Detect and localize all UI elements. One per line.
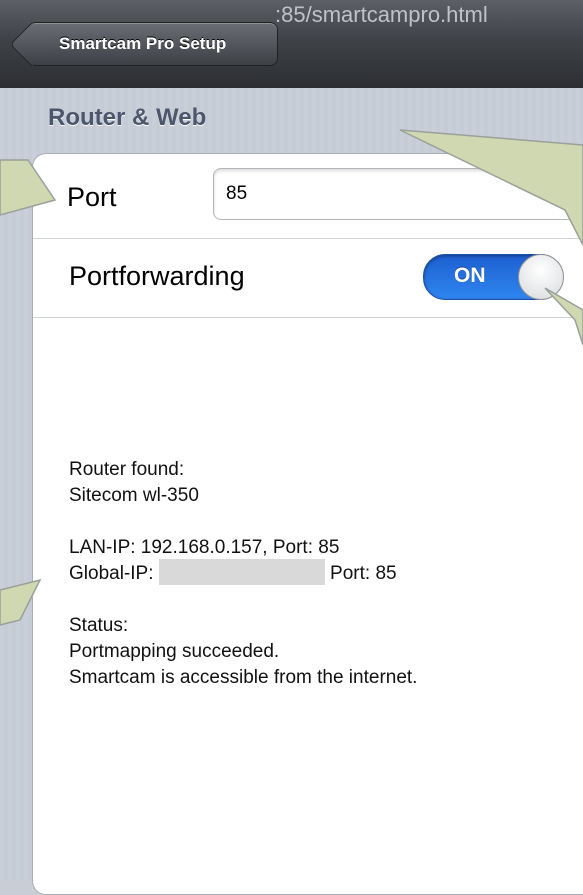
redacted-ip: [158, 558, 325, 585]
status-block: Router found: Sitecom wl-350 LAN-IP: 192…: [69, 457, 549, 691]
portforwarding-toggle[interactable]: ON: [423, 254, 564, 300]
portforwarding-row: Portforwarding ON: [33, 239, 583, 318]
back-button-label: Smartcam Pro Setup: [59, 34, 227, 53]
status-label: Status:: [69, 615, 129, 636]
back-button[interactable]: Smartcam Pro Setup: [28, 22, 278, 66]
navigation-bar: :85/smartcampro.html Smartcam Pro Setup: [0, 0, 583, 89]
url-text: :85/smartcampro.html: [275, 2, 488, 27]
port-row: Port: [33, 154, 583, 239]
portforwarding-label: Portforwarding: [69, 261, 245, 291]
status-line-2: Smartcam is accessible from the internet…: [69, 667, 418, 688]
global-ip-line: Global-IP: Port: 85: [69, 558, 549, 587]
lan-ip-line: LAN-IP: 192.168.0.157, Port: 85: [69, 537, 340, 558]
global-ip-label: Global-IP:: [69, 563, 154, 584]
router-found-label: Router found:: [69, 459, 185, 480]
status-line-1: Portmapping succeeded.: [69, 641, 280, 662]
global-ip-port: Port: 85: [330, 563, 397, 584]
port-input[interactable]: [213, 168, 583, 220]
toggle-state-label: ON: [454, 264, 486, 287]
section-title: Router & Web: [48, 104, 207, 131]
toggle-knob[interactable]: [518, 254, 564, 300]
settings-group: Port Portforwarding ON Router found: Sit…: [32, 153, 583, 895]
port-label: Port: [67, 182, 117, 212]
router-name: Sitecom wl-350: [69, 485, 199, 506]
